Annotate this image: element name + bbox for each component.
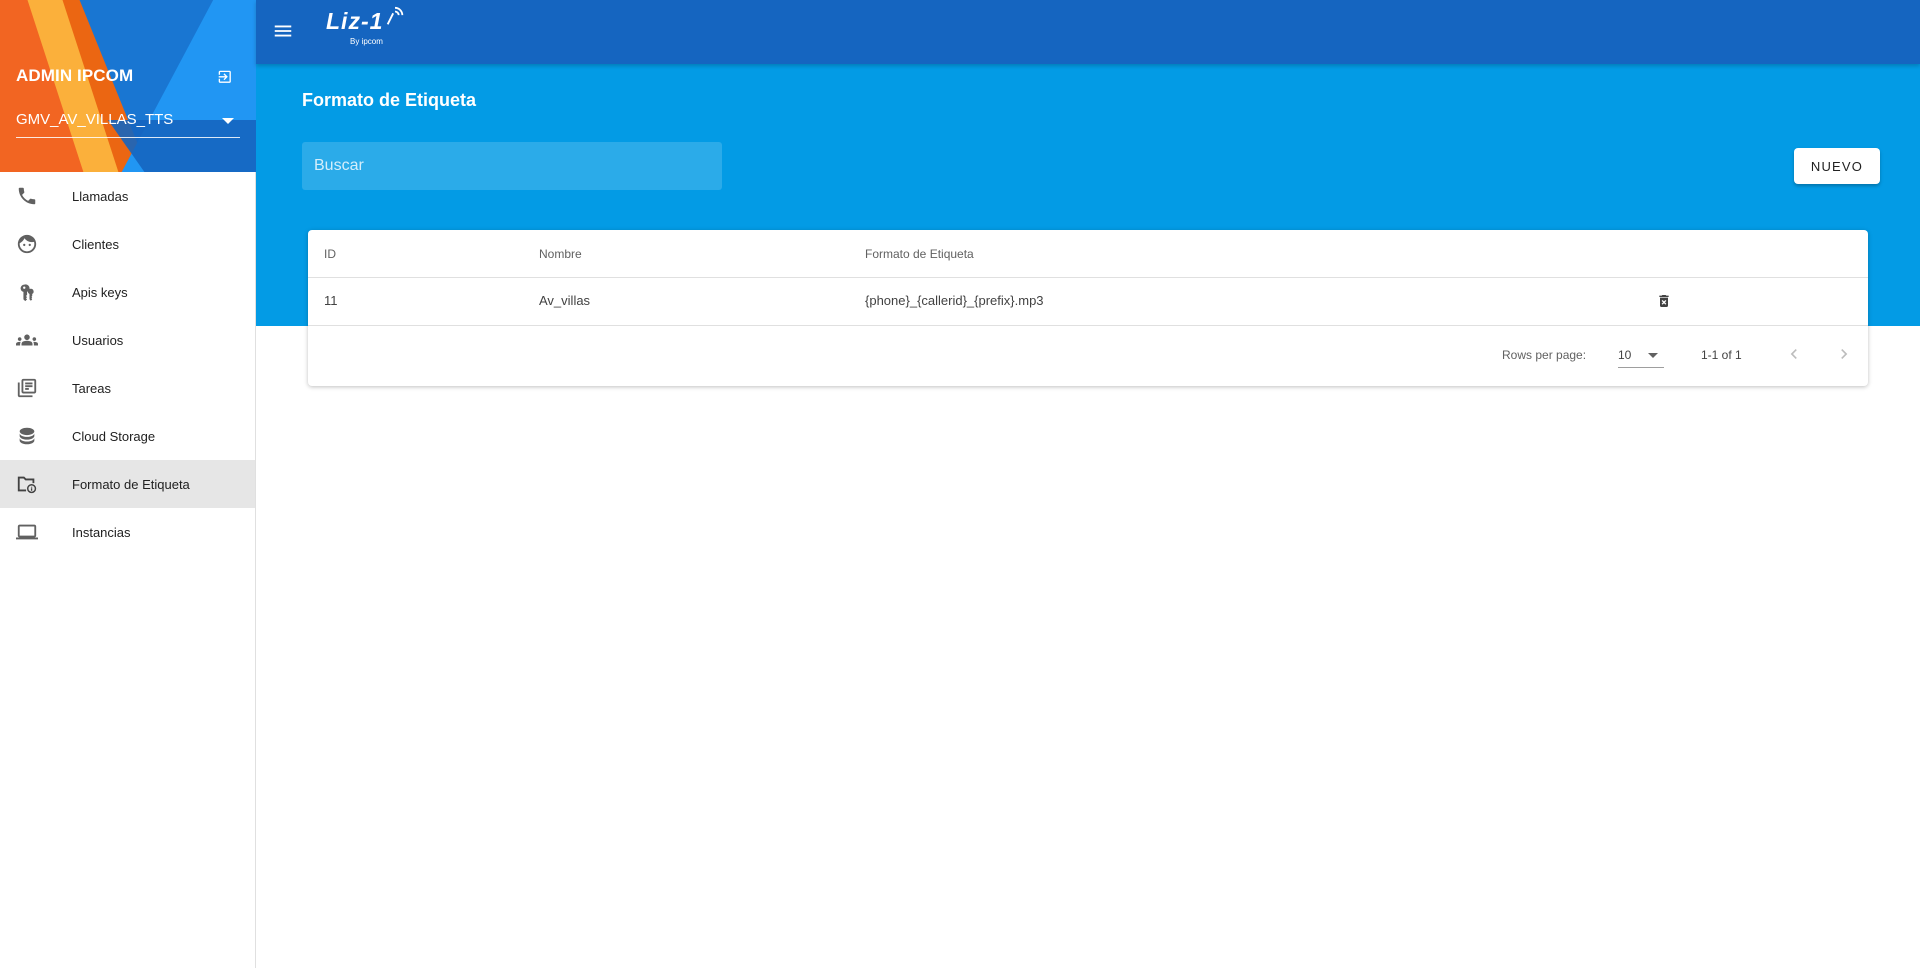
sidebar-item-instancias[interactable]: Instancias	[0, 508, 255, 556]
admin-title: ADMIN IPCOM	[16, 66, 134, 85]
sidebar-item-label: Apis keys	[72, 284, 128, 300]
sidebar-item-llamadas[interactable]: Llamadas	[0, 172, 255, 220]
top-app-bar: Liz-1 By ipcom	[256, 0, 1920, 64]
sidebar-item-formato-de-etiqueta[interactable]: Formato de Etiqueta	[0, 460, 255, 508]
rows-per-page-select[interactable]: 10	[1618, 342, 1664, 368]
database-icon	[19, 427, 35, 445]
key-icon	[20, 284, 34, 302]
table-row[interactable]: 11 Av_villas {phone}_{callerid}_{prefix}…	[308, 278, 1868, 326]
brand-logo: Liz-1 By ipcom	[326, 6, 404, 46]
search-input[interactable]	[302, 142, 722, 190]
cell-nombre: Av_villas	[539, 293, 591, 308]
signal-waves-icon	[386, 6, 404, 25]
rows-per-page-label: Rows per page:	[1502, 348, 1587, 362]
brand-subtitle: By ipcom	[350, 37, 383, 46]
page-title: Formato de Etiqueta	[302, 90, 477, 110]
task-list-icon	[17, 378, 37, 398]
face-icon	[17, 234, 37, 254]
rows-per-page-value: 10	[1618, 348, 1632, 362]
sidebar-item-cloud-storage[interactable]: Cloud Storage	[0, 412, 255, 460]
pagination-range: 1-1 of 1	[1701, 348, 1742, 362]
chevron-down-icon	[1648, 353, 1658, 358]
account-select[interactable]: GMV_AV_VILLAS_TTS	[16, 108, 240, 138]
cell-id: 11	[324, 293, 338, 308]
people-icon	[16, 334, 38, 346]
data-table-card: ID Nombre Formato de Etiqueta 11 Av_vill…	[308, 230, 1868, 386]
sidebar-item-label: Tareas	[72, 380, 112, 396]
sidebar-item-label: Formato de Etiqueta	[72, 476, 190, 492]
phone-icon	[18, 187, 36, 205]
column-header-formato[interactable]: Formato de Etiqueta	[865, 247, 974, 261]
chevron-down-icon	[222, 118, 234, 124]
table-header: ID Nombre Formato de Etiqueta	[308, 230, 1868, 278]
computer-icon	[16, 524, 38, 540]
sidebar-header: ADMIN IPCOM GMV_AV_VILLAS_TTS	[0, 0, 256, 172]
sidebar-item-label: Clientes	[72, 236, 119, 252]
account-select-value: GMV_AV_VILLAS_TTS	[16, 111, 174, 128]
cell-formato: {phone}_{callerid}_{prefix}.mp3	[865, 293, 1044, 308]
table-pagination: Rows per page: 10 1-1 of 1	[308, 326, 1868, 384]
sidebar-item-label: Instancias	[72, 524, 131, 540]
chevron-left-icon[interactable]	[1784, 344, 1804, 364]
sidebar-item-label: Llamadas	[72, 188, 129, 204]
delete-forever-icon[interactable]	[1656, 293, 1672, 309]
search-box	[302, 142, 722, 190]
chevron-right-icon[interactable]	[1834, 344, 1854, 364]
sidebar-nav: Llamadas Clientes Apis keys Usuarios Tar…	[0, 172, 255, 556]
sidebar-item-clientes[interactable]: Clientes	[0, 220, 255, 268]
column-header-id[interactable]: ID	[324, 247, 336, 261]
logout-icon[interactable]	[216, 68, 234, 86]
menu-icon[interactable]	[272, 20, 294, 42]
new-button[interactable]: NUEVO	[1794, 148, 1880, 184]
column-header-nombre[interactable]: Nombre	[539, 247, 582, 261]
sidebar-item-label: Usuarios	[72, 332, 124, 348]
sidebar-item-label: Cloud Storage	[72, 428, 156, 444]
brand-name: Liz-1	[326, 8, 384, 34]
sidebar: ADMIN IPCOM GMV_AV_VILLAS_TTS Llamadas C…	[0, 0, 256, 968]
sidebar-item-apis-keys[interactable]: Apis keys	[0, 268, 255, 316]
sidebar-item-tareas[interactable]: Tareas	[0, 364, 255, 412]
folder-info-icon	[17, 476, 37, 494]
sidebar-item-usuarios[interactable]: Usuarios	[0, 316, 255, 364]
